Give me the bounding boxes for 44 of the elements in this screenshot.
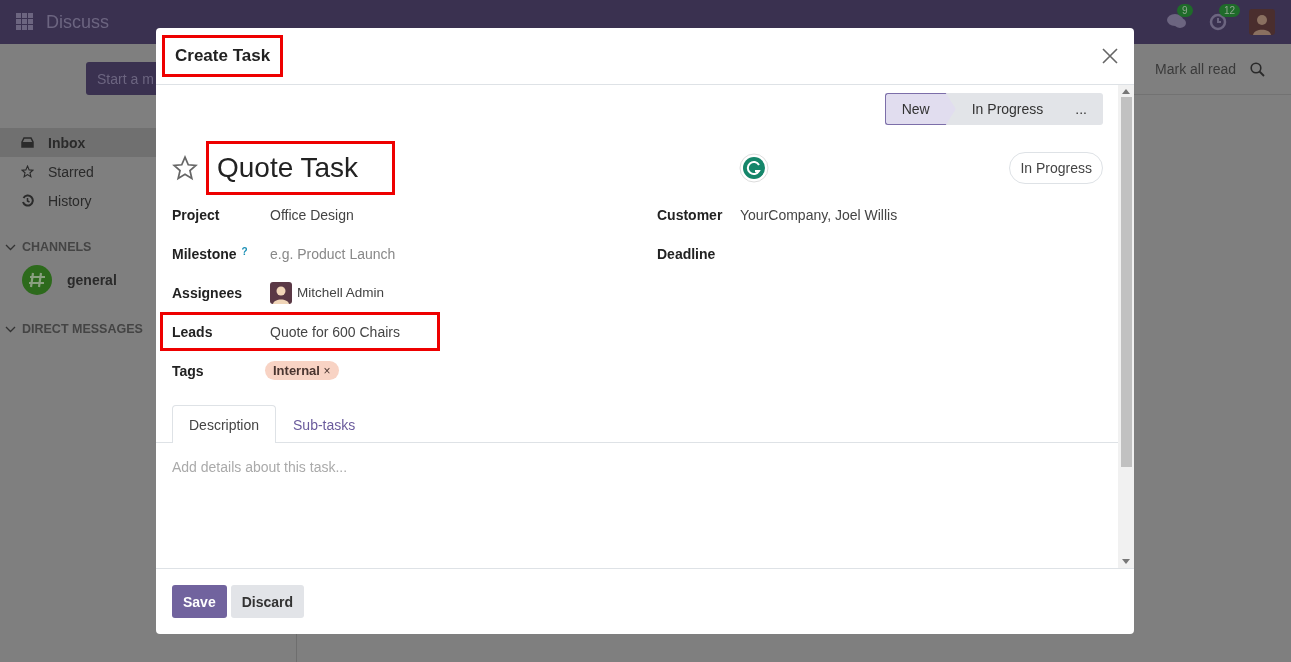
field-value[interactable]: Quote for 600 Chairs xyxy=(270,323,400,340)
app-grid-icon[interactable] xyxy=(16,13,34,31)
hash-channel-icon xyxy=(22,265,52,295)
inbox-icon xyxy=(21,137,34,148)
activity-count-badge: 12 xyxy=(1219,4,1241,17)
star-icon[interactable] xyxy=(172,155,198,181)
star-icon xyxy=(21,165,34,178)
message-count-badge: 9 xyxy=(1177,4,1193,17)
search-icon[interactable] xyxy=(1250,61,1265,77)
user-avatar xyxy=(270,281,292,304)
scroll-down-arrow-icon[interactable] xyxy=(1122,559,1130,565)
help-tooltip-mark[interactable]: ? xyxy=(241,245,248,257)
field-label: Customer xyxy=(657,206,723,223)
field-label: Tags xyxy=(172,362,204,379)
scroll-up-arrow-icon[interactable] xyxy=(1122,88,1130,94)
discard-button[interactable]: Discard xyxy=(230,585,305,618)
tab[interactable]: Description xyxy=(172,405,277,443)
task-name-field[interactable]: Quote Task xyxy=(206,141,396,195)
save-button[interactable]: Save xyxy=(172,585,227,618)
tab[interactable]: Sub-tasks xyxy=(276,405,373,443)
tag-chip[interactable]: Internal × xyxy=(265,361,339,380)
channel-name[interactable]: general xyxy=(67,272,117,288)
stage-step[interactable]: In Progress xyxy=(955,93,1060,125)
field-label: Deadline xyxy=(657,245,716,262)
clock-icon[interactable] xyxy=(1209,13,1227,31)
field-value[interactable]: Office Design xyxy=(270,206,354,223)
field-label: Assignees xyxy=(172,284,243,301)
scrollbar[interactable] xyxy=(1118,85,1134,568)
stage-step[interactable]: New xyxy=(884,93,956,125)
field-value[interactable]: Mitchell Admin xyxy=(297,285,385,300)
field-value[interactable]: YourCompany, Joel Willis xyxy=(740,206,898,223)
chevron-icon xyxy=(5,325,16,333)
chevron-icon xyxy=(5,243,16,251)
close-icon[interactable] xyxy=(1102,48,1118,64)
field-label: Leads xyxy=(172,323,213,340)
chat-bubbles-icon[interactable] xyxy=(1167,13,1187,31)
field-label: Project xyxy=(172,206,220,223)
status-button[interactable]: In Progress xyxy=(1009,152,1103,184)
field-label: Milestone xyxy=(172,245,237,262)
dialog-title: Create Task xyxy=(162,35,284,77)
refresh-circle-icon[interactable] xyxy=(739,153,770,183)
history-icon xyxy=(21,194,34,207)
user-avatar[interactable] xyxy=(1249,9,1275,35)
stage-step[interactable]: ... xyxy=(1059,93,1103,125)
